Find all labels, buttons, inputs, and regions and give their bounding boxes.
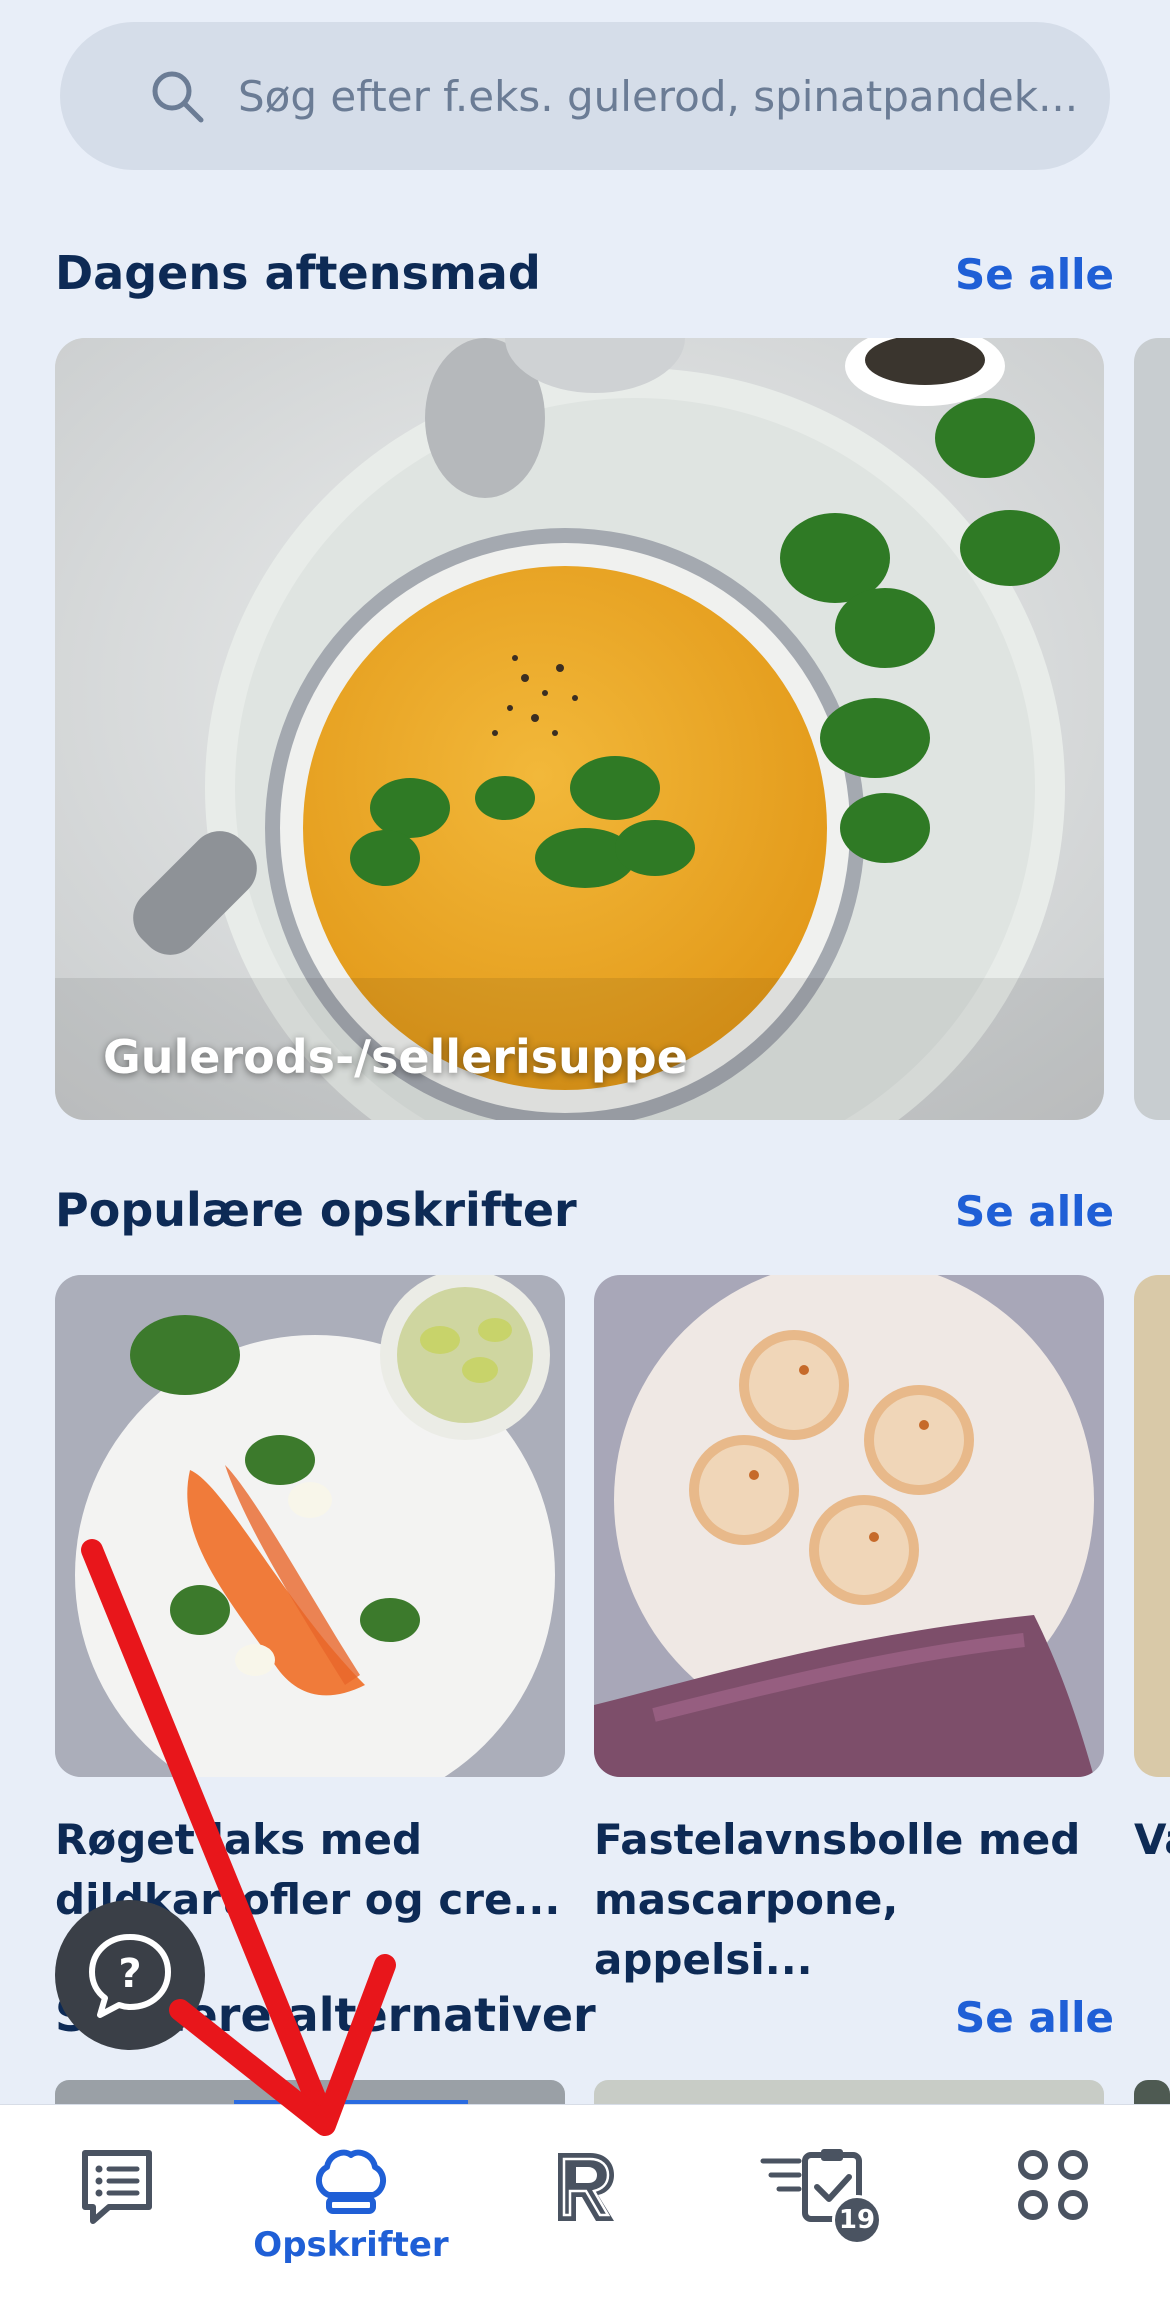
next-recipe-card-peek[interactable] — [1134, 1275, 1170, 1777]
recipe-title-peek[interactable]: Va — [1134, 1810, 1170, 1870]
svg-text:?: ? — [118, 1951, 141, 1997]
r-logo-icon — [558, 2153, 614, 2221]
see-all-alternatives-link[interactable]: Se alle — [955, 1993, 1114, 2042]
recipe-image-salmon — [55, 1275, 565, 1777]
search-icon — [152, 71, 204, 123]
featured-recipe-title: Gulerods-/sellerisuppe — [103, 1030, 688, 1084]
tasks-count-badge: 19 — [832, 2195, 882, 2245]
see-all-popular-link[interactable]: Se alle — [955, 1187, 1114, 1236]
help-button[interactable]: ? — [55, 1900, 205, 2050]
bottom-tab-bar: Opskrifter — [0, 2104, 1170, 2299]
grid-icon — [1018, 2150, 1088, 2220]
next-card-peek[interactable] — [1134, 338, 1170, 1120]
recipe-card-fastelavnsbolle[interactable] — [594, 1275, 1104, 1777]
tab-tasks[interactable] — [702, 2105, 936, 2299]
tab-list[interactable] — [0, 2105, 234, 2299]
tab-opskrifter-label: Opskrifter — [253, 2225, 449, 2265]
section-title-dinner: Dagens aftensmad — [55, 246, 541, 300]
help-chat-icon: ? — [89, 1934, 171, 2018]
section-title-popular: Populære opskrifter — [55, 1183, 577, 1237]
tab-rema[interactable] — [468, 2105, 702, 2299]
recipe-title-fastelavnsbolle[interactable]: Fastelavnsbolle med mascarpone, appelsi.… — [594, 1810, 1114, 1990]
search-placeholder: Søg efter f.eks. gulerod, spinatpandek..… — [238, 71, 1079, 121]
see-all-dinner-link[interactable]: Se alle — [955, 250, 1114, 299]
featured-recipe-card[interactable]: Gulerods-/sellerisuppe — [55, 338, 1104, 1120]
tab-opskrifter[interactable]: Opskrifter — [234, 2105, 468, 2299]
chef-hat-icon — [316, 2149, 386, 2214]
list-icon — [82, 2150, 152, 2224]
tab-more[interactable] — [936, 2105, 1170, 2299]
featured-recipe-image — [55, 338, 1104, 1120]
recipe-image-fastelavnsbolle — [594, 1275, 1104, 1777]
search-bar[interactable]: Søg efter f.eks. gulerod, spinatpandek..… — [60, 22, 1110, 170]
recipe-card-salmon[interactable] — [55, 1275, 565, 1777]
